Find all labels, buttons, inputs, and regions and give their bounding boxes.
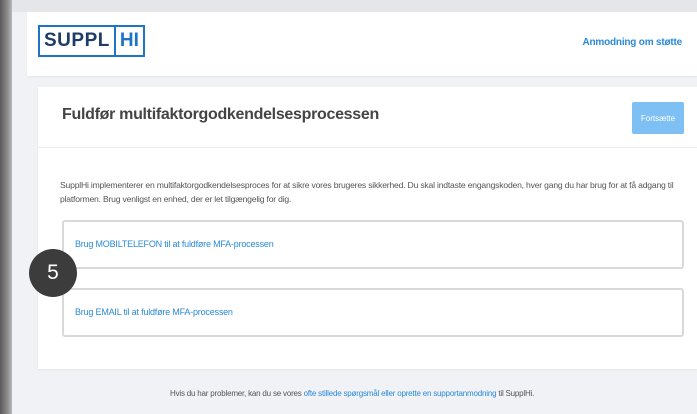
mfa-description: SupplHi implementerer en multifaktorgodk… (60, 180, 674, 204)
supplhi-logo[interactable]: SUPPL HI (38, 25, 145, 57)
mfa-option-email-label[interactable]: Brug EMAIL til at fuldføre MFA-processen (75, 307, 233, 317)
top-strip (12, 0, 697, 12)
footer-faq-support-link[interactable]: ofte stillede spørgsmål eller oprette en… (304, 389, 497, 398)
mfa-option-mobile-label[interactable]: Brug MOBILTELEFON til at fuldføre MFA-pr… (75, 239, 274, 249)
mfa-card: Fuldfør multifaktorgodkendelsesprocessen… (38, 87, 697, 369)
mfa-option-email[interactable]: Brug EMAIL til at fuldføre MFA-processen (62, 288, 684, 337)
logo-text-suppl: SUPPL (40, 27, 114, 55)
mfa-option-mobile[interactable]: Brug MOBILTELEFON til at fuldføre MFA-pr… (62, 220, 684, 269)
logo-text-hi: HI (113, 27, 143, 55)
support-request-link[interactable]: Anmodning om støtte (582, 37, 682, 48)
left-edge-bar (0, 0, 12, 414)
continue-button[interactable]: Fortsætte (632, 102, 684, 134)
app-header: SUPPL HI Anmodning om støtte (27, 12, 697, 76)
footer-text-before: Hvis du har problemer, kan du se vores (170, 389, 304, 398)
step-number-badge: 5 (29, 249, 77, 297)
footer-help-text: Hvis du har problemer, kan du se vores o… (170, 389, 534, 398)
page-title: Fuldfør multifaktorgodkendelsesprocessen (62, 106, 379, 123)
footer-text-after: til SupplHi. (496, 389, 535, 398)
divider (38, 147, 697, 148)
